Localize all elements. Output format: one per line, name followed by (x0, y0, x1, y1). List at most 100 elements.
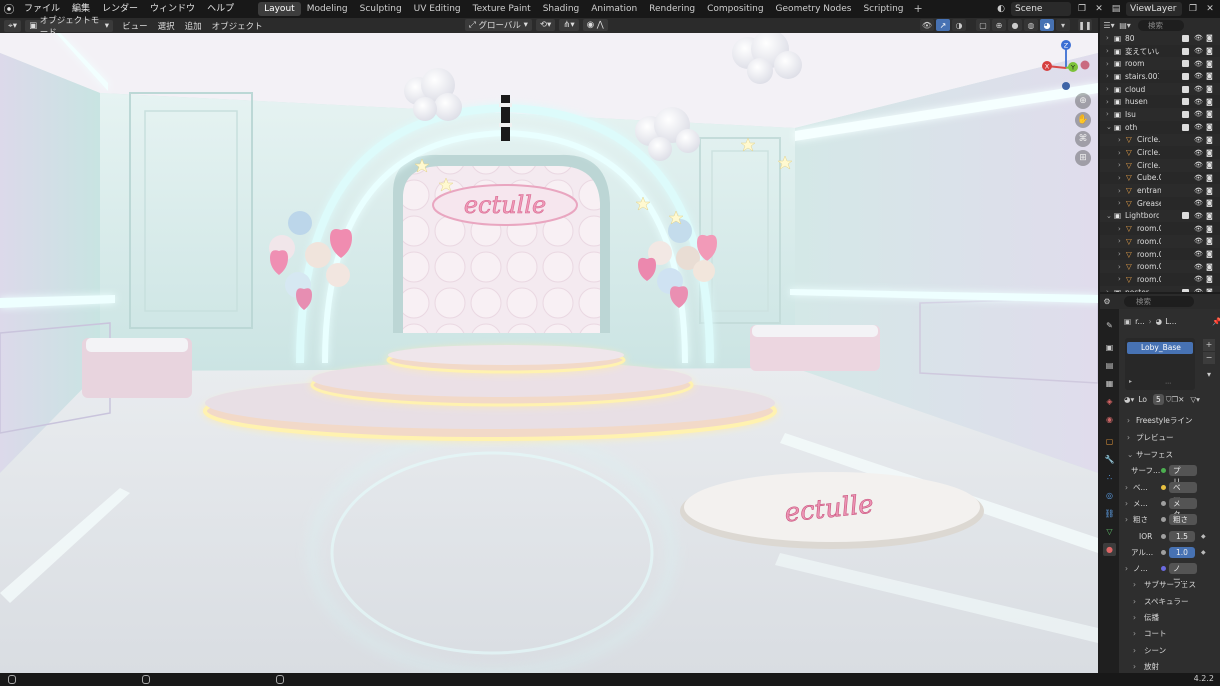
blender-logo-icon[interactable]: ⦿ (0, 0, 18, 18)
expand-icon[interactable]: › (1133, 646, 1136, 655)
outliner-row[interactable]: › ▽ Circle.0 👁◙ (1100, 158, 1220, 172)
exclude-checkbox[interactable] (1182, 47, 1189, 55)
socket-row[interactable]: › ノ... ノー... (1119, 562, 1220, 584)
outliner-row[interactable]: › ▽ Grease 👁 ◙ (1100, 197, 1220, 210)
menu-select[interactable]: 選択 (153, 20, 180, 32)
menu-item-4[interactable]: ヘルプ (201, 0, 240, 18)
outliner-row[interactable]: › ▽ room.0 👁 ◙ (1100, 222, 1220, 235)
outliner-row[interactable]: › ▽ room.0 👁 ◙ (1100, 273, 1220, 286)
socket-value[interactable]: プリ... (1169, 465, 1197, 486)
outliner-row[interactable]: › ▣ room 👁 ◙ (1100, 57, 1220, 71)
panel-header[interactable]: ⌄ サーフェス (1119, 448, 1220, 461)
socket-dot-icon[interactable] (1161, 500, 1166, 506)
render-camera-icon[interactable]: ◙ (1206, 60, 1213, 68)
menu-view[interactable]: ビュー (117, 20, 153, 32)
view-layer-icon[interactable]: ▤ (1109, 2, 1123, 16)
exclude-checkbox[interactable] (1182, 85, 1189, 93)
outliner-row[interactable]: › ▽ room.0 👁 ◙ (1100, 260, 1220, 274)
exclude-checkbox[interactable] (1182, 123, 1189, 131)
visibility-eye-icon[interactable]: 👁 (1194, 275, 1203, 283)
render-camera-icon[interactable]: ◙ (1206, 149, 1213, 157)
expand-icon[interactable]: › (1118, 187, 1121, 195)
expand-icon[interactable]: › (1118, 136, 1121, 144)
shading-options-icon[interactable]: ▾ (1056, 19, 1070, 31)
render-camera-icon[interactable]: ◙ (1206, 47, 1213, 55)
pivot-selector[interactable]: ⟲▾ (535, 19, 556, 31)
keyframe-icon[interactable]: ◆ (1201, 549, 1206, 556)
exclude-checkbox[interactable] (1182, 110, 1189, 118)
expand-icon[interactable]: › (1118, 161, 1121, 169)
modifier-tab-icon[interactable]: 🔧 (1103, 453, 1116, 466)
render-camera-icon[interactable]: ◙ (1206, 98, 1213, 106)
outliner-row[interactable]: › ▽ Circle.0 👁◙ (1100, 133, 1220, 147)
expand-icon[interactable]: › (1125, 515, 1128, 524)
outliner-row[interactable]: › ▽ room.0 👁 ◙ (1100, 235, 1220, 248)
outliner-row[interactable]: › ▣ 80 👁 ◙ (1100, 32, 1220, 45)
socket-row[interactable]: › ベ... ベー... (1119, 481, 1220, 503)
visibility-eye-icon[interactable]: 👁 (1194, 136, 1203, 144)
material-slot-list[interactable]: Loby_Base ▸ ⋯ (1125, 338, 1195, 390)
snap-toggle[interactable]: ⋔▾ (559, 19, 579, 31)
render-camera-icon[interactable]: ◙ (1206, 225, 1213, 233)
menu-item-3[interactable]: ウィンドウ (144, 0, 201, 18)
socket-dot-icon[interactable] (1161, 566, 1166, 572)
outliner-row[interactable]: ⌄ ▣ oth 👁 ◙ (1100, 121, 1220, 134)
workspace-tab-rendering[interactable]: Rendering (643, 2, 701, 16)
expand-icon[interactable]: › (1106, 98, 1109, 106)
exclude-checkbox[interactable] (1182, 98, 1189, 106)
expand-icon[interactable]: › (1133, 662, 1136, 671)
workspace-tab-geometry-nodes[interactable]: Geometry Nodes (770, 2, 858, 16)
render-camera-icon[interactable]: ◙ (1206, 250, 1213, 258)
gizmo-toggle-icon[interactable]: ↗ (936, 19, 950, 31)
outliner-row[interactable]: › ▣ poster 👁◙ (1100, 285, 1220, 292)
outliner-row[interactable]: › ▣ husen 👁 ◙ (1100, 95, 1220, 108)
duplicate-scene-icon[interactable]: ❐ (1075, 2, 1089, 16)
collapse-icon[interactable]: ⌄ (1106, 123, 1112, 131)
socket-row[interactable]: サーフ... プリ... (1119, 464, 1220, 486)
expand-icon[interactable]: › (1106, 85, 1109, 93)
expand-icon[interactable]: › (1127, 433, 1130, 442)
expand-icon[interactable]: › (1106, 60, 1109, 68)
outliner-row[interactable]: ⌄ ▣ Lightbord 👁 ◙ (1100, 209, 1220, 223)
expand-icon[interactable]: › (1118, 263, 1121, 271)
material-browse-icon[interactable]: ◕▾ (1124, 395, 1134, 404)
expand-icon[interactable]: › (1118, 275, 1121, 283)
render-camera-icon[interactable]: ◙ (1206, 123, 1213, 131)
perspective-grid-icon[interactable]: ⊞ (1075, 150, 1091, 166)
expand-icon[interactable]: › (1133, 613, 1136, 622)
outliner-filter-icon[interactable]: ▤▾ (1118, 20, 1132, 31)
outliner-row[interactable]: › ▣ Isu 👁 ◙ (1100, 108, 1220, 121)
render-camera-icon[interactable]: ◙ (1206, 161, 1213, 169)
panel-header[interactable]: › サブサーフェス (1119, 578, 1220, 591)
view-layer-selector[interactable]: ViewLayer (1126, 2, 1182, 16)
render-camera-icon[interactable]: ◙ (1206, 275, 1213, 283)
collapse-icon[interactable]: ⌄ (1106, 212, 1112, 220)
workspace-tab-layout[interactable]: Layout (258, 2, 301, 16)
render-camera-icon[interactable]: ◙ (1206, 72, 1213, 80)
expand-icon[interactable]: › (1106, 288, 1109, 292)
workspace-tab-modeling[interactable]: Modeling (301, 2, 354, 16)
mode-selector[interactable]: ▣ オブジェクトモード ▾ (25, 16, 114, 38)
menu-add[interactable]: 追加 (180, 20, 207, 32)
add-workspace-icon[interactable]: + (910, 2, 927, 16)
visibility-eye-icon[interactable]: 👁 (1194, 110, 1203, 118)
proportional-edit-toggle[interactable]: ◉ ⋀ (582, 19, 608, 31)
workspace-tab-scripting[interactable]: Scripting (857, 2, 909, 16)
socket-row[interactable]: › 粗さ 粗さ (1119, 513, 1220, 526)
render-camera-icon[interactable]: ◙ (1206, 136, 1213, 144)
filter-icon[interactable]: ▽▾ (1190, 395, 1200, 404)
socket-value[interactable]: ノー... (1169, 563, 1197, 584)
keyframe-icon[interactable]: ◆ (1201, 533, 1206, 540)
visibility-eye-icon[interactable]: 👁 (1194, 161, 1203, 169)
render-camera-icon[interactable]: ◙ (1206, 85, 1213, 93)
overlay-toggle-icon[interactable]: ◑ (952, 19, 966, 31)
rendered-shading-icon[interactable]: ◕ (1040, 19, 1054, 31)
scene-tab-icon[interactable]: ◈ (1103, 395, 1116, 408)
constraints-tab-icon[interactable]: ⛓ (1103, 507, 1116, 520)
visibility-eye-icon[interactable]: 👁 (1194, 149, 1203, 157)
pin-icon[interactable]: 📌 (1212, 317, 1220, 326)
socket-dot-icon[interactable] (1161, 484, 1166, 490)
particles-tab-icon[interactable]: ∴ (1103, 471, 1116, 484)
exclude-checkbox[interactable] (1182, 60, 1189, 68)
panel-header[interactable]: › 伝播 (1119, 611, 1220, 624)
